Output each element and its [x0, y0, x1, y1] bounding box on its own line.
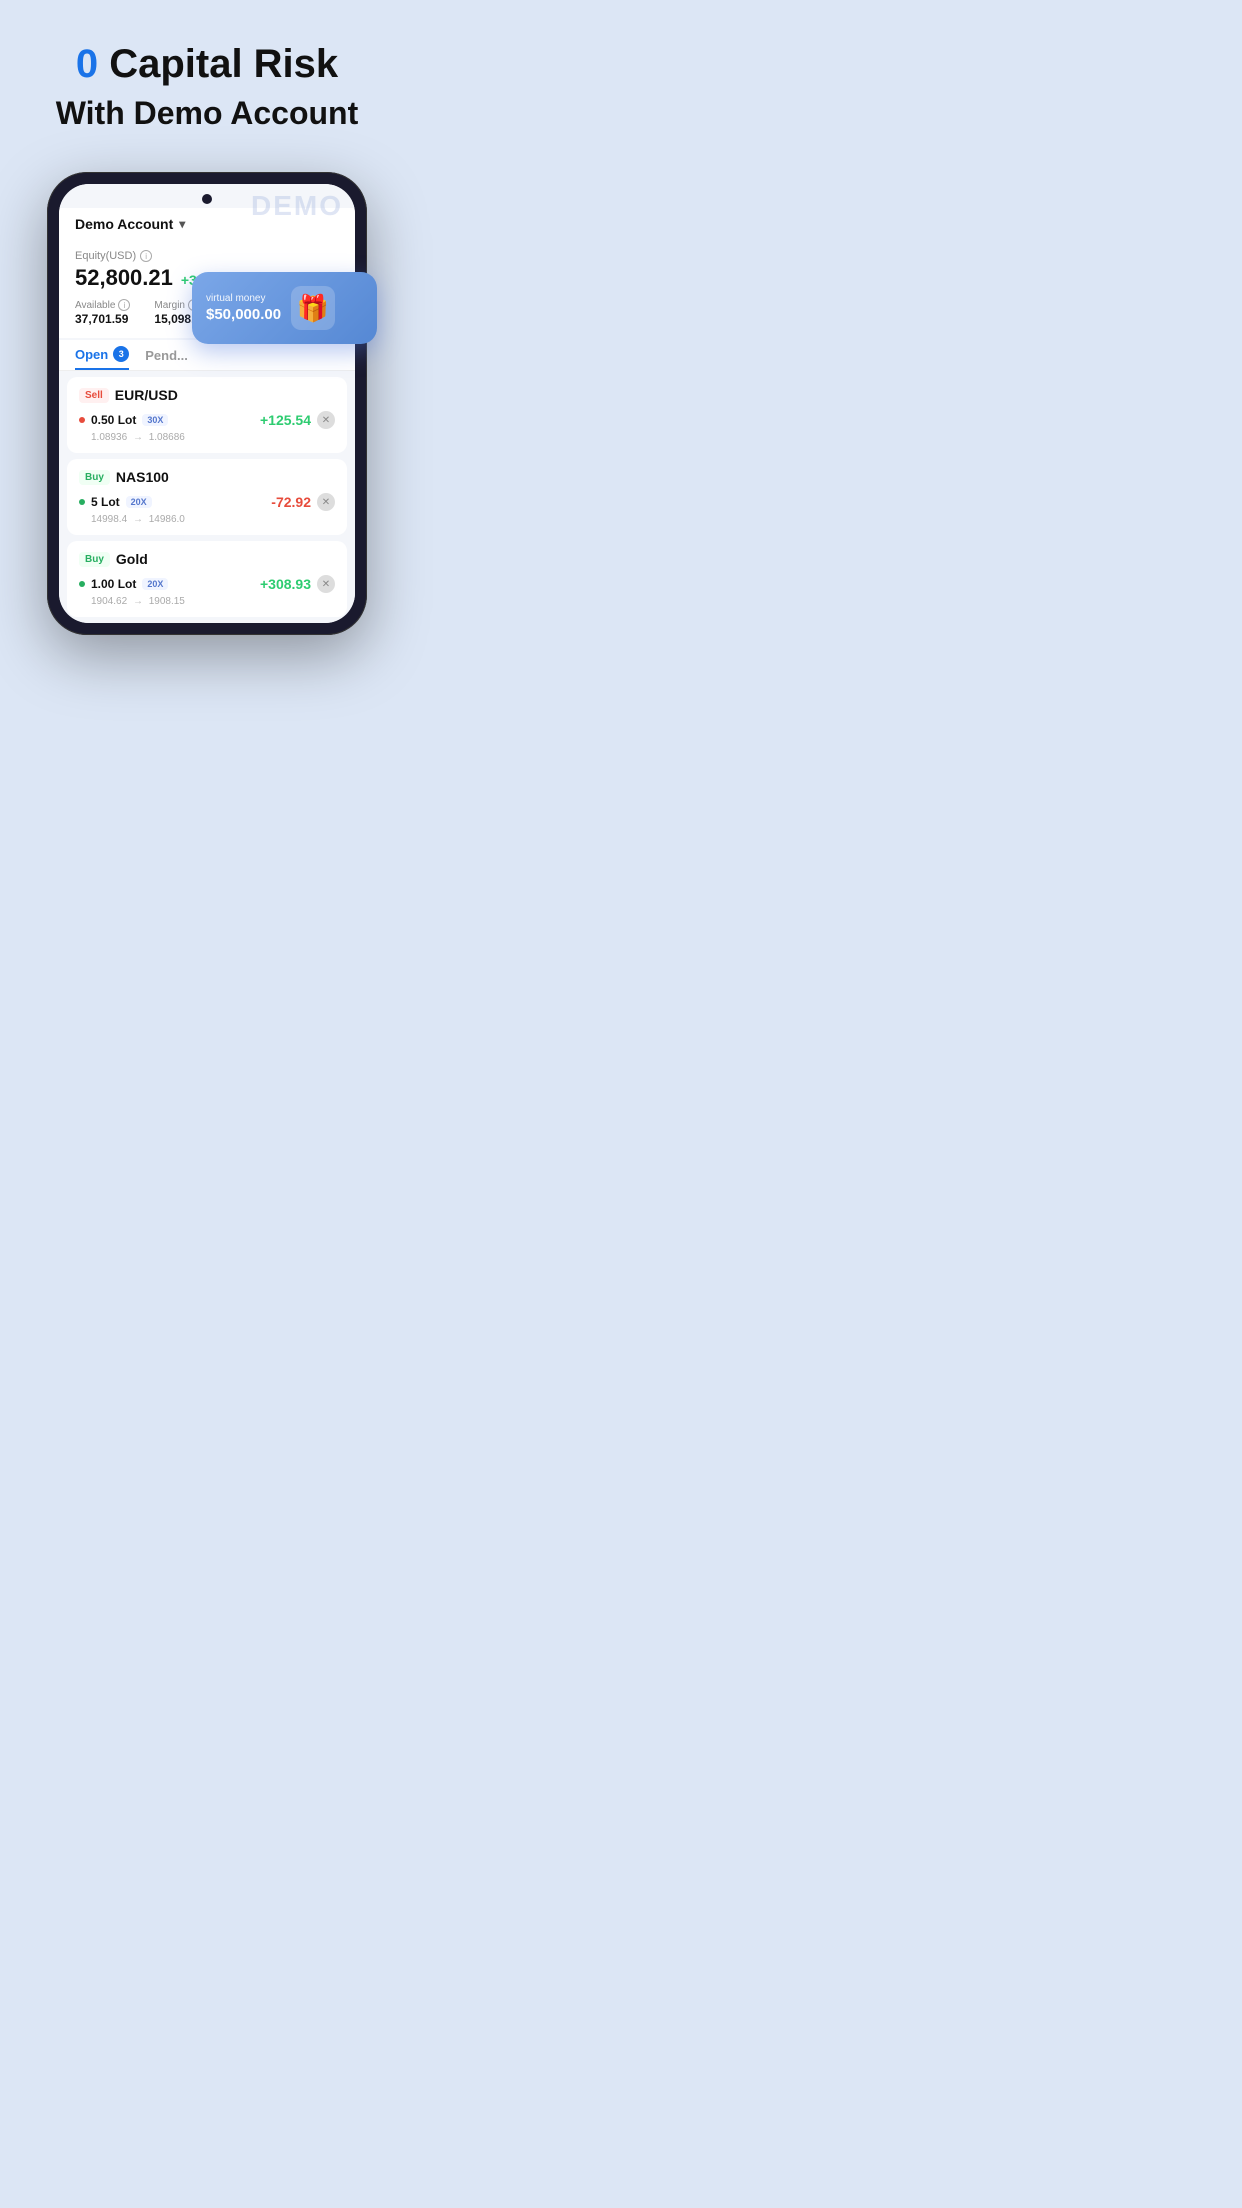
virtual-card-text: virtual money $50,000.00 [206, 292, 281, 325]
trade-prices-gold: 1904.62 → 1908.15 [79, 596, 335, 607]
leverage-badge: 30X [142, 414, 168, 426]
tab-open[interactable]: Open 3 [75, 346, 129, 370]
trade-row: Sell EUR/USD 0.50 Lot 30X +125.54 ✕ [67, 377, 347, 453]
equity-info-icon[interactable]: i [140, 250, 152, 262]
trade-header-gold: Buy Gold [79, 551, 335, 567]
trade-detail-nas100: 5 Lot 20X -72.92 ✕ [79, 493, 335, 511]
account-selector[interactable]: Demo Account ▾ [75, 216, 185, 232]
trade-prices-eurusd: 1.08936 → 1.08686 [79, 432, 335, 443]
trade-detail-gold: 1.00 Lot 20X +308.93 ✕ [79, 575, 335, 593]
virtual-card-label: virtual money [206, 292, 281, 305]
bullet-icon [79, 417, 85, 423]
hero-zero: 0 [76, 42, 98, 86]
trade-list: Sell EUR/USD 0.50 Lot 30X +125.54 ✕ [59, 371, 355, 623]
trade-type-buy: Buy [79, 470, 110, 485]
leverage-badge: 20X [126, 496, 152, 508]
trade-lot-nas100: 5 Lot 20X [79, 495, 152, 509]
trade-symbol-eurusd: EUR/USD [115, 387, 178, 403]
available-item: Available i 37,701.59 [75, 299, 130, 326]
trade-header-nas100: Buy NAS100 [79, 469, 335, 485]
trade-lot-eurusd: 0.50 Lot 30X [79, 413, 168, 427]
available-label: Available i [75, 299, 130, 311]
trade-symbol-gold: Gold [116, 551, 148, 567]
close-trade-nas100[interactable]: ✕ [317, 493, 335, 511]
close-trade-gold[interactable]: ✕ [317, 575, 335, 593]
phone-mockup: virtual money $50,000.00 🎁 Demo Account … [47, 172, 367, 635]
equity-amount: 52,800.21 [75, 265, 173, 291]
bullet-icon [79, 581, 85, 587]
demo-watermark: DEMO [251, 190, 343, 222]
hero-title: 0 Capital Risk [20, 40, 394, 88]
gift-icon: 🎁 [291, 286, 335, 330]
virtual-card-amount: $50,000.00 [206, 305, 281, 325]
leverage-badge: 20X [142, 578, 168, 590]
trade-detail-eurusd: 0.50 Lot 30X +125.54 ✕ [79, 411, 335, 429]
hero-subtitle: With Demo Account [20, 94, 394, 132]
phone-frame: Demo Account ▾ DEMO Equity(USD) i 52,800… [47, 172, 367, 635]
equity-label: Equity(USD) i [75, 250, 339, 262]
virtual-money-card: virtual money $50,000.00 🎁 [192, 272, 377, 344]
account-name: Demo Account [75, 216, 173, 232]
lot-text: 0.50 Lot [91, 413, 136, 427]
tab-open-badge: 3 [113, 346, 129, 362]
trade-lot-gold: 1.00 Lot 20X [79, 577, 168, 591]
tab-pending[interactable]: Pend... [145, 346, 188, 370]
trade-type-sell: Sell [79, 388, 109, 403]
trade-symbol-nas100: NAS100 [116, 469, 169, 485]
app-header: Demo Account ▾ DEMO [59, 208, 355, 238]
trade-header-eurusd: Sell EUR/USD [79, 387, 335, 403]
trade-right-gold: +308.93 ✕ [260, 575, 335, 593]
bullet-icon [79, 499, 85, 505]
trade-right-eurusd: +125.54 ✕ [260, 411, 335, 429]
trade-pnl-gold: +308.93 [260, 576, 311, 592]
available-info-icon[interactable]: i [118, 299, 130, 311]
trade-pnl-eurusd: +125.54 [260, 412, 311, 428]
hero-section: 0 Capital Risk With Demo Account [0, 0, 414, 162]
phone-screen: Demo Account ▾ DEMO Equity(USD) i 52,800… [59, 184, 355, 623]
chevron-down-icon: ▾ [179, 217, 185, 231]
available-value: 37,701.59 [75, 312, 130, 326]
tab-pending-label: Pend... [145, 348, 188, 363]
trade-type-buy: Buy [79, 552, 110, 567]
tab-open-label: Open [75, 347, 108, 362]
trade-prices-nas100: 14998.4 → 14986.0 [79, 514, 335, 525]
trade-right-nas100: -72.92 ✕ [271, 493, 335, 511]
trade-row: Buy Gold 1.00 Lot 20X +308.93 ✕ [67, 541, 347, 617]
trade-tabs: Open 3 Pend... [59, 340, 355, 371]
camera-dot [202, 194, 212, 204]
close-trade-eurusd[interactable]: ✕ [317, 411, 335, 429]
trade-row: Buy NAS100 5 Lot 20X -72.92 ✕ [67, 459, 347, 535]
lot-text: 1.00 Lot [91, 577, 136, 591]
lot-text: 5 Lot [91, 495, 120, 509]
hero-title-rest: Capital Risk [98, 42, 338, 86]
trade-pnl-nas100: -72.92 [271, 494, 311, 510]
